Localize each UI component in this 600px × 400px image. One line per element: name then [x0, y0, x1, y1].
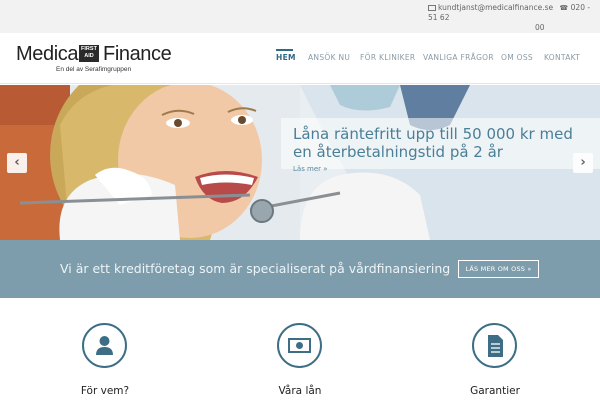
site-header: Medical FIRST AID Finance En del av Sera… — [0, 33, 600, 84]
feature-circle — [82, 323, 127, 368]
badge-line-aid: AID — [84, 53, 94, 59]
nav-item-hem[interactable]: HEM — [276, 53, 296, 62]
hero-slider: Låna räntefritt upp till 50 000 kr med e… — [0, 85, 600, 240]
feature-garantier[interactable]: Garantier — [440, 323, 550, 400]
feature-label: Våra lån — [278, 385, 322, 397]
nav-active-indicator — [276, 49, 293, 51]
nav-item-ansok-nu[interactable]: ANSÖK NU — [308, 53, 350, 62]
feature-label: För vem? — [80, 385, 130, 397]
read-more-about-us-button[interactable]: LÄS MER OM OSS » — [458, 260, 539, 278]
first-aid-badge: FIRST AID — [79, 45, 99, 62]
phone-number-continued: 00 — [535, 23, 545, 32]
document-icon — [488, 335, 503, 357]
hero-title: Låna räntefritt upp till 50 000 kr med e… — [293, 125, 573, 161]
hero-read-more-link[interactable]: Läs mer » — [293, 165, 328, 173]
nav-item-for-kliniker[interactable]: FÖR KLINIKER — [360, 53, 415, 62]
feature-circle — [277, 323, 322, 368]
contact-info: kundtjanst@medicalfinance.se ☎ 020 - 51 … — [428, 3, 600, 32]
slider-prev-arrow-icon[interactable]: ‹ — [7, 153, 27, 173]
email-link[interactable]: kundtjanst@medicalfinance.se — [438, 3, 553, 12]
slider-next-arrow-icon[interactable]: › — [573, 153, 593, 173]
hero-caption: Låna räntefritt upp till 50 000 kr med e… — [281, 118, 600, 173]
main-nav: HEM ANSÖK NU FÖR KLINIKER VANLIGA FRÅGOR… — [270, 33, 600, 84]
feature-for-vem[interactable]: För vem? — [50, 323, 160, 400]
nav-item-kontakt[interactable]: KONTAKT — [544, 53, 580, 62]
features-section: För vem? Våra lån Garantier — [0, 298, 600, 400]
money-icon — [288, 338, 311, 353]
mail-icon — [428, 5, 436, 11]
logo[interactable]: Medical FIRST AID Finance En del av Sera… — [16, 43, 176, 77]
logo-word-finance: Finance — [103, 43, 172, 65]
logo-tagline: En del av Serafimgruppen — [56, 66, 132, 73]
badge-line-first: FIRST — [81, 46, 97, 52]
feature-circle — [472, 323, 517, 368]
user-icon — [96, 336, 113, 355]
about-banner: Vi är ett kreditföretag som är specialis… — [0, 240, 600, 298]
feature-label: Garantier — [470, 385, 520, 397]
nav-item-om-oss[interactable]: OM OSS — [501, 53, 533, 62]
logo-word-medical: Medical — [16, 43, 83, 65]
feature-vara-lan[interactable]: Våra lån — [245, 323, 355, 400]
nav-item-vanliga-fragor[interactable]: VANLIGA FRÅGOR — [423, 53, 494, 62]
banner-text: Vi är ett kreditföretag som är specialis… — [60, 261, 451, 276]
top-bar: kundtjanst@medicalfinance.se ☎ 020 - 51 … — [0, 0, 600, 33]
phone-icon: ☎ — [559, 4, 569, 12]
